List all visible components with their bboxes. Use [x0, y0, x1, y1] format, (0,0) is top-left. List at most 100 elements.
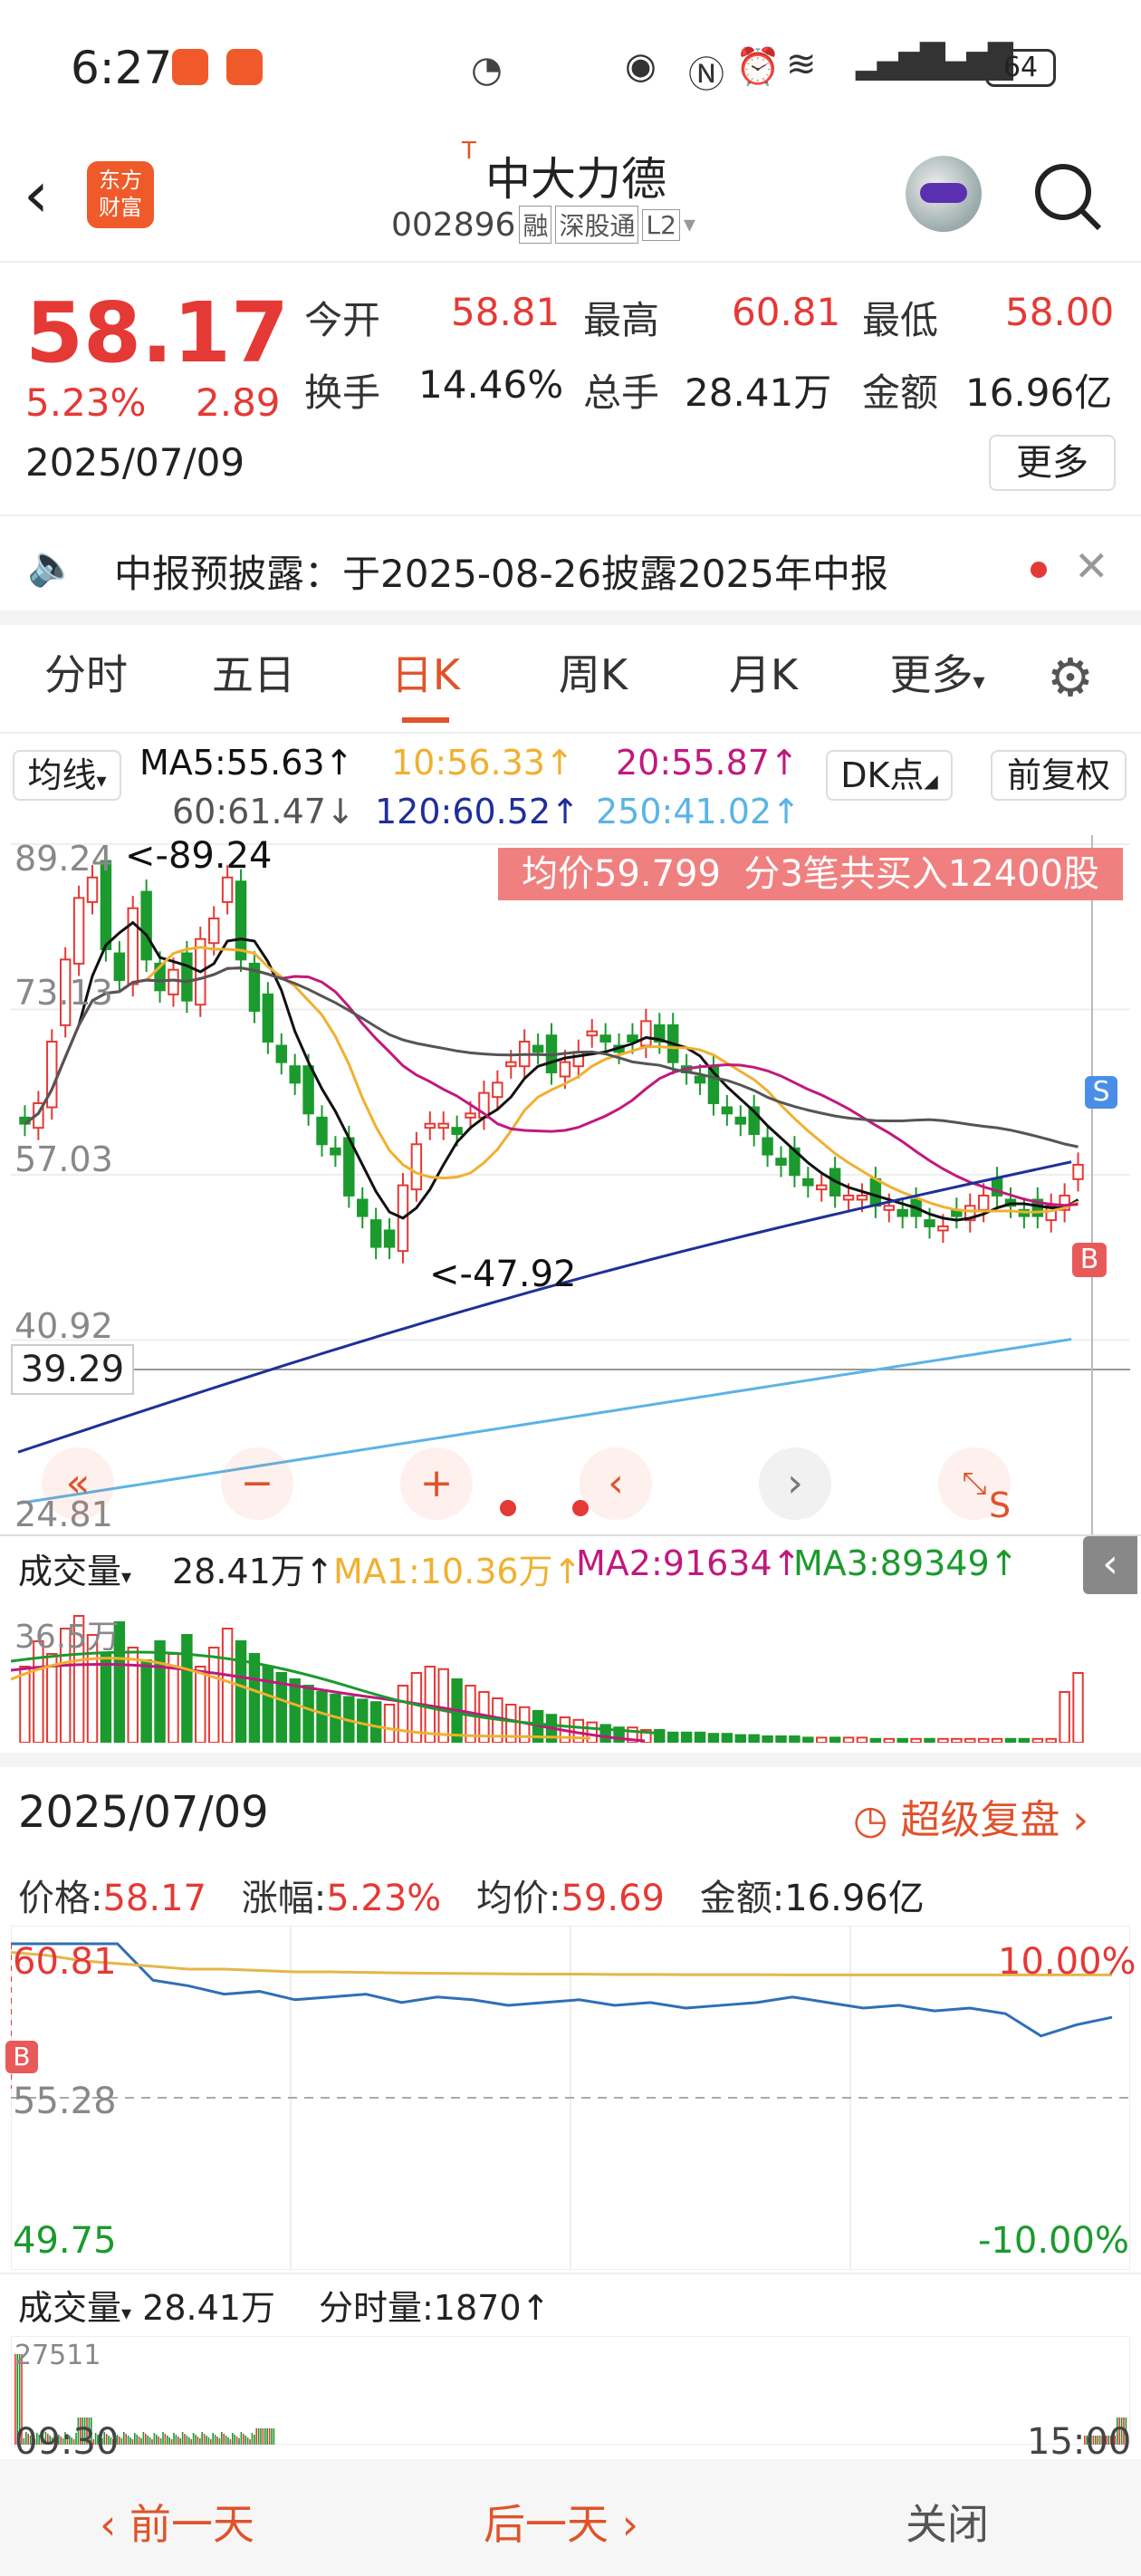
intraday-vol-bar [158, 2437, 159, 2445]
sell-signal[interactable]: S [1085, 1076, 1117, 1109]
battery-icon: 64 [985, 49, 1056, 87]
volume-selector[interactable]: 成交量▾ [18, 1543, 131, 1593]
volume-bar [248, 1653, 261, 1743]
stock-name[interactable]: 中大力德 [485, 143, 666, 208]
app-header: ‹ 东方 财富 T 中大力德 002896 融 深股通 L2 ▾ [0, 136, 1141, 263]
app-notification-icon [226, 49, 263, 85]
prev-day-label: 前一天 [129, 2500, 255, 2549]
tick-volume: 分时量:1870↑ [319, 2288, 551, 2328]
ma20-line [24, 966, 1079, 1207]
zoom-in-icon[interactable]: + [400, 1447, 473, 1520]
tab-monthly-k[interactable]: 月K [705, 625, 822, 725]
close-button[interactable]: 关闭 [906, 2492, 989, 2552]
close-icon[interactable]: ✕ [1074, 542, 1109, 591]
ma250-value: 250:41.02 [596, 792, 772, 831]
volume-bar [437, 1668, 449, 1743]
stock-code: 002896 [391, 206, 516, 244]
volume-bar [19, 1666, 31, 1743]
intraday-vol-bar [119, 2437, 120, 2445]
kline-chart[interactable]: 89.24 73.13 57.03 40.92 24.81 <-89.24 <-… [11, 835, 1130, 1534]
ma20-label: 20:55.87↑ [616, 743, 799, 783]
intraday-volume-selector[interactable]: 成交量▾ 28.41万 [18, 2280, 275, 2330]
volume-bar [181, 1634, 193, 1743]
zoom-out-icon[interactable]: − [221, 1447, 293, 1520]
tab-more-label: 更多 [889, 650, 973, 699]
assistant-avatar[interactable] [906, 156, 982, 232]
candle-body [532, 1044, 544, 1053]
current-price: 58.17 [25, 284, 290, 381]
intraday-chart[interactable] [11, 1926, 1130, 2270]
candle-body [492, 1081, 503, 1099]
volume-bar [140, 1659, 152, 1743]
candle-body [127, 907, 139, 985]
vol-ma3: MA3:89349↑ [793, 1543, 1019, 1583]
notice-bar[interactable]: 🔈 中报预披露：于2025-08-26披露2025年中报 ✕ [0, 516, 1141, 625]
intraday-vol-bar [197, 2437, 199, 2445]
adjust-button[interactable]: 前复权 [991, 750, 1127, 801]
tab-more[interactable]: 更多▾ [878, 625, 996, 725]
intraday-vol-bar [168, 2437, 170, 2445]
collapse-panel-icon[interactable]: ‹ [1083, 1536, 1137, 1594]
tab-daily-k[interactable]: 日K [367, 625, 484, 725]
intraday-vol-bar [238, 2438, 240, 2445]
volume-chart[interactable]: 36.5万 [11, 1598, 1130, 1743]
tag-connect: 深股通 [555, 206, 639, 244]
indicator-dot [500, 1500, 516, 1516]
candle-body [599, 1034, 611, 1043]
intraday-vol-bar [188, 2437, 190, 2445]
intraday-vol-bar [142, 2432, 145, 2445]
volume-bar [127, 1647, 139, 1743]
ma120-label: 120:60.52↑ [375, 792, 580, 831]
intraday-vol-bar [223, 2434, 225, 2445]
tab-five-day[interactable]: 五日 [195, 625, 312, 725]
quote-panel: 58.17 5.23% 2.89 2025/07/09 今开 58.81 最高 … [0, 263, 1141, 516]
ma20-value: 20:55.87 [616, 743, 770, 783]
stock-code-row[interactable]: 002896 融 深股通 L2 ▾ [391, 206, 695, 244]
volume-bar [748, 1734, 760, 1743]
prev-day-button[interactable]: ‹ 前一天 [100, 2492, 254, 2552]
intraday-vol-bar [164, 2434, 167, 2445]
zoom-left-far-icon[interactable]: « [42, 1447, 114, 1520]
ma60-value: 60:61.47 [172, 792, 326, 831]
settings-gear-icon[interactable]: ⚙ [1047, 647, 1094, 708]
buy-marker[interactable]: B [5, 2041, 38, 2073]
volume-value: 28.41万↑ [172, 1552, 334, 1591]
super-replay-link[interactable]: ◷ 超级复盘 › [853, 1787, 1088, 1845]
ma-selector[interactable]: 均线▾ [13, 750, 121, 801]
next-day-button[interactable]: 后一天 › [484, 2492, 638, 2552]
next-arrow-icon[interactable]: › [759, 1447, 831, 1520]
detail-stats: 价格:58.17 涨幅:5.23% 均价:59.69 金额:16.96亿 [18, 1869, 925, 1921]
tab-weekly-k[interactable]: 周K [534, 625, 652, 725]
volume-legend: 成交量▾ 28.41万↑ MA1:10.36万↑ MA2:91634↑ MA3:… [0, 1534, 1141, 1598]
tab-intraday[interactable]: 分时 [27, 625, 145, 725]
intraday-vol-bar [206, 2436, 207, 2445]
search-icon[interactable] [1032, 161, 1102, 231]
eastmoney-logo: 东方 财富 [87, 161, 154, 228]
candle-body [72, 897, 85, 965]
vol-y-label: 36.5万 [14, 1619, 120, 1656]
intraday-vol-bar [129, 2437, 131, 2445]
volume-bar [734, 1734, 746, 1743]
buy-signal[interactable]: B [1072, 1243, 1107, 1277]
candle-body [357, 1198, 369, 1217]
app-notification-icon [172, 49, 208, 85]
intraday-vol-bar [214, 2435, 216, 2445]
intraday-vol-bar [216, 2437, 218, 2445]
more-button[interactable]: 更多 [989, 435, 1116, 491]
intraday-vol-bar [201, 2432, 203, 2445]
candle-body [330, 1147, 341, 1156]
intraday-vol-bar [257, 2428, 260, 2445]
dk-point-button[interactable]: DK点◢ [826, 750, 953, 801]
intraday-vol-bar [195, 2435, 197, 2445]
prev-arrow-icon[interactable]: ‹ [580, 1447, 652, 1520]
vol-ma1-value: MA1:10.36万 [333, 1552, 553, 1591]
turnover-value: 14.46% [418, 362, 564, 407]
back-icon[interactable]: ‹ [24, 163, 49, 226]
candle-body [694, 1075, 706, 1084]
intraday-vol-bar [167, 2436, 168, 2445]
price-value: 58.17 [102, 1878, 206, 1919]
volume-number: 28.41万 [172, 1552, 305, 1591]
y-label-top: 89.24 [14, 839, 113, 879]
intraday-vol-bar [153, 2433, 156, 2445]
volume-bar [262, 1666, 274, 1743]
